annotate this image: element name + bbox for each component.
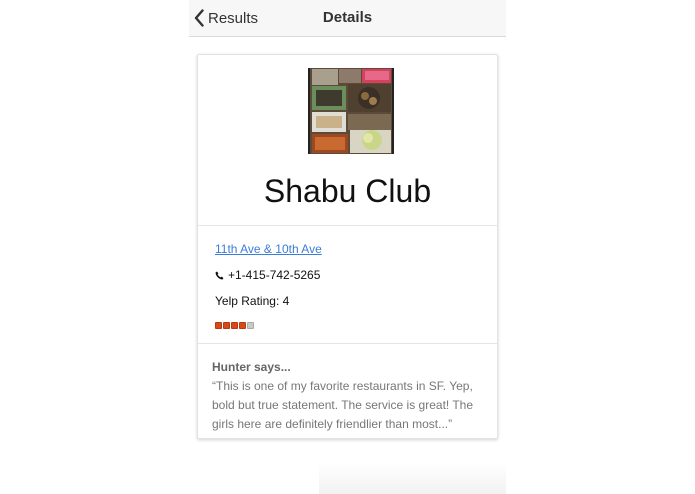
business-name: Shabu Club [263, 173, 432, 209]
star-filled-icon [239, 322, 246, 329]
star-filled-icon [231, 322, 238, 329]
page-title: Details [322, 9, 373, 26]
phone-icon [215, 271, 224, 279]
phone-link[interactable]: +1-415-742-5265 [215, 268, 320, 282]
phone-number: +1-415-742-5265 [228, 268, 321, 282]
business-card: Shabu Club 11th Ave & 10th Ave +1-415-74… [197, 54, 498, 439]
address-link[interactable]: 11th Ave & 10th Ave [215, 242, 322, 256]
navigation-bar: Results Details [189, 0, 506, 37]
star-filled-icon [223, 322, 230, 329]
app-screen: Results Details Shabu Club 11th Ave & 10… [189, 0, 506, 494]
star-rating [215, 322, 255, 329]
review-author: Hunter says... [212, 360, 291, 374]
bottom-shadow [319, 462, 506, 494]
star-empty-icon [247, 322, 254, 329]
business-photo [308, 68, 394, 154]
rating-label: Yelp Rating: 4 [215, 294, 290, 308]
divider [198, 225, 497, 226]
divider [198, 343, 497, 344]
star-filled-icon [215, 322, 222, 329]
review-text: “This is one of my favorite restaurants … [212, 379, 474, 431]
